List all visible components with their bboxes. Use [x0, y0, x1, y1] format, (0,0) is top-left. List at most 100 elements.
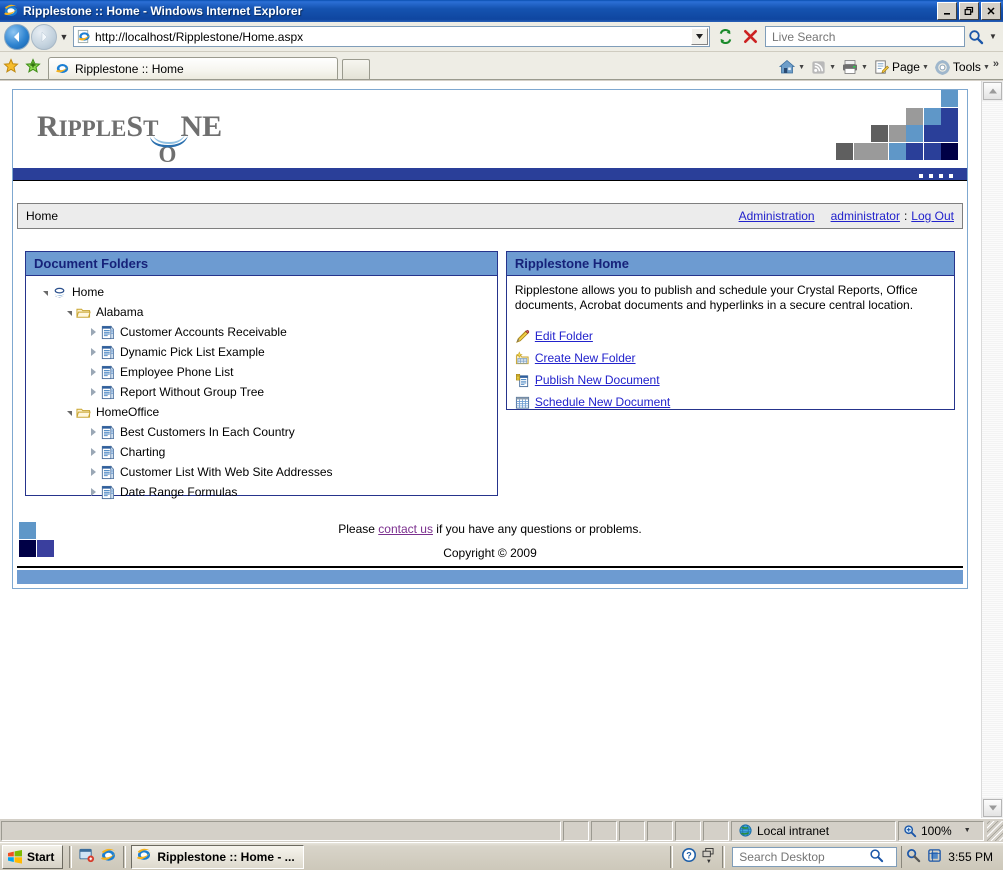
tree-expander-open-icon[interactable] [62, 310, 76, 316]
home-action-link[interactable]: Publish New Document [535, 373, 660, 387]
tree-node[interactable]: Employee Phone List [30, 362, 493, 382]
recent-pages-caret-icon[interactable]: ▼ [57, 32, 71, 42]
restore-button[interactable] [959, 2, 979, 20]
start-button[interactable]: Start [2, 844, 64, 869]
forward-button[interactable] [31, 23, 57, 50]
tree-node[interactable]: Date Range Formulas [30, 482, 493, 502]
home-caret-icon[interactable]: ▼ [798, 64, 805, 71]
live-search-field[interactable] [765, 26, 965, 47]
tree-expander-closed-icon[interactable] [86, 428, 100, 436]
search-go-button[interactable] [965, 26, 987, 48]
command-overflow-icon[interactable]: » [993, 58, 999, 70]
tree-node[interactable]: Customer Accounts Receivable [30, 322, 493, 342]
zoom-icon [904, 824, 917, 837]
tree-node[interactable]: Report Without Group Tree [30, 382, 493, 402]
system-clock[interactable]: 3:55 PM [948, 850, 993, 864]
close-button[interactable] [981, 2, 1001, 20]
minimize-button[interactable] [937, 2, 957, 20]
logo-part-IPPLE: IPPLE [58, 116, 127, 141]
page-content: RIPPLEST O NE Home Administration admini… [0, 81, 981, 818]
tools-caret-icon[interactable]: ▼ [983, 64, 990, 71]
home-button[interactable]: ▼ [776, 57, 807, 77]
stop-button[interactable] [738, 26, 762, 48]
address-dropdown-caret-icon[interactable] [691, 28, 708, 45]
banner-square [871, 142, 888, 160]
tree-expander-open-icon[interactable] [38, 290, 52, 296]
user-link[interactable]: administrator [831, 209, 900, 223]
back-button[interactable] [4, 23, 30, 50]
show-desktop-icon[interactable] [78, 847, 95, 867]
tree-node[interactable]: Dynamic Pick List Example [30, 342, 493, 362]
home-panel-body: Ripplestone allows you to publish and sc… [507, 276, 954, 420]
page-scrollbar[interactable] [981, 81, 1003, 818]
page-menu-button[interactable]: Page ▼ [871, 58, 931, 77]
zoom-caret-icon[interactable]: ▼ [964, 827, 971, 834]
search-options-caret-icon[interactable]: ▼ [987, 32, 999, 41]
address-bar[interactable]: http://localhost/Ripplestone/Home.aspx [73, 26, 710, 47]
desktop-search-icon[interactable] [869, 848, 884, 866]
security-zone-cell[interactable]: Local intranet [731, 820, 896, 841]
logout-link[interactable]: Log Out [911, 209, 954, 223]
tree-expander-closed-icon[interactable] [86, 468, 100, 476]
refresh-button[interactable] [713, 26, 737, 48]
footer-copyright: Copyright © 2009 [443, 546, 537, 560]
tree-expander-closed-icon[interactable] [86, 488, 100, 496]
desktop-search-input[interactable] [737, 848, 870, 865]
scroll-down-button[interactable] [983, 799, 1002, 817]
tree-expander-closed-icon[interactable] [86, 348, 100, 356]
feeds-caret-icon[interactable]: ▼ [829, 64, 836, 71]
desktop-search-field[interactable] [732, 846, 898, 867]
home-action-row[interactable]: Publish New Document [515, 369, 946, 391]
security-zone-label: Local intranet [757, 823, 830, 838]
banner-square [941, 142, 958, 160]
tools-menu-button[interactable]: Tools ▼ [932, 58, 992, 77]
feeds-button[interactable]: ▼ [808, 58, 838, 77]
scroll-up-button[interactable] [983, 82, 1002, 100]
logo-part-S: S [126, 110, 144, 143]
footer-after-text: if you have any questions or problems. [432, 522, 642, 536]
window-switch-caret-icon[interactable]: ▼ [706, 859, 712, 865]
tree-node[interactable]: Home [30, 282, 493, 302]
print-caret-icon[interactable]: ▼ [861, 64, 868, 71]
tree-node[interactable]: Charting [30, 442, 493, 462]
document-icon [100, 465, 118, 480]
home-action-row[interactable]: Create New Folder [515, 347, 946, 369]
tree-node[interactable]: Customer List With Web Site Addresses [30, 462, 493, 482]
tree-node[interactable]: HomeOffice [30, 402, 493, 422]
zoom-cell[interactable]: 100% ▼ [898, 820, 984, 841]
windows-taskbar: Start Ripplestone:: Home - ... ? ▼ Sear… [0, 842, 1003, 870]
internet-explorer-quicklaunch-icon[interactable] [100, 847, 117, 867]
new-tab-button[interactable] [342, 59, 370, 79]
tree-expander-closed-icon[interactable] [86, 328, 100, 336]
home-action-link[interactable]: Schedule New Document [535, 395, 670, 409]
tray-magnifier-icon[interactable] [906, 848, 921, 866]
resize-grip[interactable] [987, 820, 1003, 841]
tree-expander-closed-icon[interactable] [86, 388, 100, 396]
favorites-center-icon[interactable] [0, 53, 22, 79]
search-input[interactable] [770, 28, 964, 45]
home-action-row[interactable]: Schedule New Document [515, 391, 946, 413]
banner-square [888, 142, 906, 160]
administration-link[interactable]: Administration [739, 209, 815, 223]
tree-node[interactable]: Best Customers In Each Country [30, 422, 493, 442]
tray-app-icon[interactable] [927, 848, 942, 866]
tree-expander-closed-icon[interactable] [86, 448, 100, 456]
tree-expander-open-icon[interactable] [62, 410, 76, 416]
contact-us-link[interactable]: contact us [378, 522, 433, 536]
home-action-link[interactable]: Edit Folder [535, 329, 593, 343]
help-icon[interactable]: ? [680, 846, 698, 867]
add-to-favorites-icon[interactable] [22, 53, 44, 79]
tree-node[interactable]: Alabama [30, 302, 493, 322]
window-switch-icon[interactable]: ▼ [702, 848, 715, 865]
tree-node-label: Customer List With Web Site Addresses [120, 465, 333, 479]
taskbar-window-button[interactable]: Ripplestone :: Home - ... [131, 844, 304, 869]
scrollbar-track[interactable] [982, 101, 1003, 798]
tree-expander-closed-icon[interactable] [86, 368, 100, 376]
home-action-link[interactable]: Create New Folder [535, 351, 636, 365]
browser-tab[interactable]: Ripplestone :: Home [48, 57, 338, 79]
print-button[interactable]: ▼ [839, 57, 870, 77]
banner-square [906, 107, 923, 125]
banner-square [853, 142, 871, 160]
page-caret-icon[interactable]: ▼ [922, 64, 929, 71]
home-action-row[interactable]: Edit Folder [515, 325, 946, 347]
